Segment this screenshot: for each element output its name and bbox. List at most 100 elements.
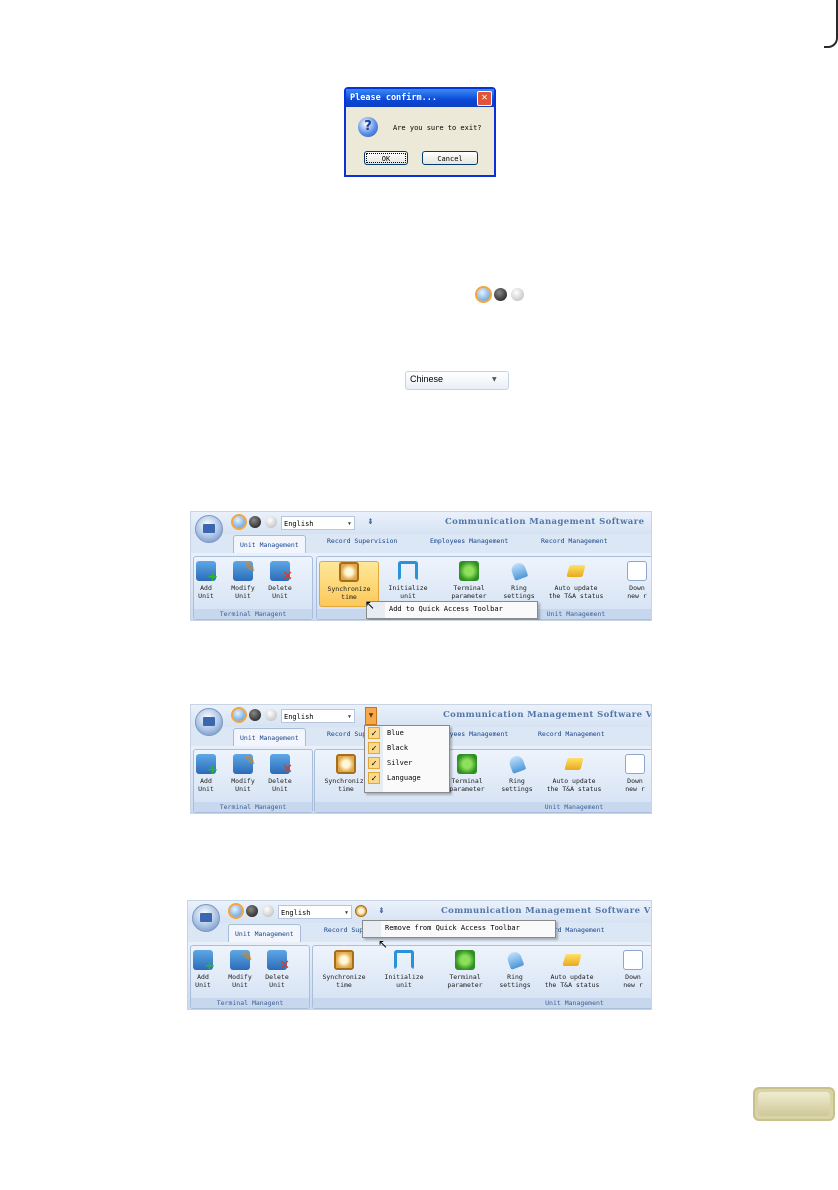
blue-theme-icon[interactable] bbox=[231, 514, 247, 530]
initialize-unit-button[interactable]: Initialize unit bbox=[379, 561, 437, 600]
tab-record-management[interactable]: Record Management bbox=[538, 730, 605, 738]
menu-item-label: Silver bbox=[387, 759, 413, 767]
download-button[interactable]: Down new r bbox=[615, 754, 651, 793]
tab-record-management[interactable]: Record Management bbox=[541, 537, 608, 545]
delete-unit-button[interactable]: Delete Unit bbox=[251, 561, 309, 600]
add-unit-icon bbox=[196, 754, 218, 778]
auto-update-button[interactable]: Auto update the T&A status bbox=[537, 950, 607, 989]
cancel-button[interactable]: Cancel bbox=[422, 151, 478, 165]
cursor-icon: ↖ bbox=[378, 937, 389, 951]
button-label: Delete Unit bbox=[268, 777, 292, 793]
download-button[interactable]: Down new r bbox=[617, 561, 651, 600]
language-select[interactable]: English ▼ bbox=[281, 709, 355, 723]
language-select[interactable]: English ▼ bbox=[278, 905, 352, 919]
ribbon-screenshot-3: English ▼ ⇟ Communication Management Soft… bbox=[187, 900, 652, 1010]
silver-theme-icon[interactable] bbox=[262, 905, 274, 917]
update-icon bbox=[566, 561, 586, 581]
silver-menu-item[interactable]: ✓ Silver bbox=[365, 756, 449, 771]
refresh-icon bbox=[398, 561, 418, 581]
checkmark-icon: ✓ bbox=[368, 772, 380, 784]
dialog-title: Please confirm... bbox=[350, 93, 437, 103]
tab-unit-management[interactable]: Unit Management bbox=[228, 924, 301, 942]
ring-settings-button[interactable]: Ring settings bbox=[486, 950, 544, 989]
add-unit-icon bbox=[196, 561, 218, 585]
context-menu: Add to Quick Access Toolbar bbox=[366, 601, 538, 619]
close-icon[interactable]: ✕ bbox=[477, 91, 492, 106]
remove-from-qat-menu-item[interactable]: Remove from Quick Access Toolbar bbox=[363, 921, 555, 936]
dialog-message: Are you sure to exit? bbox=[393, 124, 482, 132]
tab-record-supervision[interactable]: Record Supervision bbox=[327, 537, 397, 545]
synchronize-time-button[interactable]: Synchronize time bbox=[315, 950, 373, 989]
menu-item-label: Language bbox=[387, 774, 421, 782]
qat-customize-icon[interactable]: ▼ bbox=[365, 707, 377, 725]
qat-customize-icon[interactable]: ⇟ bbox=[378, 906, 385, 915]
context-menu: Remove from Quick Access Toolbar bbox=[362, 920, 556, 938]
modify-unit-icon bbox=[230, 949, 253, 970]
button-label: Down new r bbox=[623, 973, 643, 989]
document-icon bbox=[623, 950, 643, 970]
button-label: Delete Unit bbox=[265, 973, 289, 989]
button-label: Auto update the T&A status bbox=[544, 973, 600, 989]
add-to-qat-menu-item[interactable]: Add to Quick Access Toolbar bbox=[367, 602, 537, 617]
menu-item-label: Blue bbox=[387, 729, 404, 737]
black-theme-icon[interactable] bbox=[249, 709, 261, 721]
ok-button[interactable]: OK bbox=[364, 151, 408, 165]
button-label: Down new r bbox=[625, 777, 645, 793]
language-menu-item[interactable]: ✓ Language bbox=[365, 771, 449, 786]
blue-theme-icon[interactable] bbox=[228, 903, 244, 919]
button-label: Initialize unit bbox=[388, 584, 428, 600]
silver-theme-icon[interactable] bbox=[265, 516, 277, 528]
button-label: Synchronize time bbox=[322, 973, 366, 989]
button-label: Initialize unit bbox=[384, 973, 424, 989]
language-select[interactable]: English ▼ bbox=[281, 516, 355, 530]
blue-theme-icon[interactable] bbox=[231, 707, 247, 723]
bell-icon bbox=[509, 561, 529, 581]
tab-unit-management[interactable]: Unit Management bbox=[233, 535, 306, 553]
ring-settings-button[interactable]: Ring settings bbox=[490, 561, 548, 600]
silver-theme-icon[interactable] bbox=[511, 288, 524, 301]
delete-unit-button[interactable]: Delete Unit bbox=[251, 754, 309, 793]
checkmark-icon: ✓ bbox=[368, 727, 380, 739]
black-theme-icon[interactable] bbox=[246, 905, 258, 917]
terminal-group: Add Unit Modify Unit Delete Unit Termina… bbox=[190, 945, 310, 1009]
blue-menu-item[interactable]: ✓ Blue bbox=[365, 726, 449, 741]
ribbon-tabs: Unit Management Record Supervision Emplo… bbox=[191, 535, 651, 553]
download-button[interactable]: Down new r bbox=[613, 950, 651, 989]
theme-switcher bbox=[475, 286, 528, 304]
delete-unit-button[interactable]: Delete Unit bbox=[248, 950, 306, 989]
clock-icon[interactable] bbox=[355, 905, 367, 917]
black-menu-item[interactable]: ✓ Black bbox=[365, 741, 449, 756]
button-label: Down new r bbox=[627, 584, 647, 600]
black-theme-icon[interactable] bbox=[494, 288, 507, 301]
button-label: Ring settings bbox=[499, 973, 531, 989]
tab-unit-management[interactable]: Unit Management bbox=[233, 728, 306, 746]
button-label: Delete Unit bbox=[268, 584, 292, 600]
silver-theme-icon[interactable] bbox=[265, 709, 277, 721]
button-label: Ring settings bbox=[501, 777, 533, 793]
ring-settings-button[interactable]: Ring settings bbox=[488, 754, 546, 793]
black-theme-icon[interactable] bbox=[249, 516, 261, 528]
initialize-unit-button[interactable]: Initialize unit bbox=[375, 950, 433, 989]
clock-icon bbox=[339, 562, 359, 582]
document-icon bbox=[625, 754, 645, 774]
qat-customize-icon[interactable]: ⇟ bbox=[367, 517, 374, 526]
gear-icon bbox=[459, 561, 479, 581]
language-value: Chinese bbox=[410, 374, 444, 384]
bell-icon bbox=[507, 754, 527, 774]
delete-unit-icon bbox=[267, 950, 290, 973]
modify-unit-icon bbox=[233, 560, 256, 581]
group-caption: Terminal Managent bbox=[194, 609, 312, 619]
terminal-group: Add Unit Modify Unit Delete Unit Termina… bbox=[193, 749, 313, 813]
dialog-titlebar: Please confirm... ✕ bbox=[346, 89, 494, 107]
language-value: English bbox=[284, 520, 314, 528]
gear-icon bbox=[457, 754, 477, 774]
confirm-dialog: Please confirm... ✕ ? Are you sure to ex… bbox=[344, 87, 496, 177]
button-label: Ring settings bbox=[503, 584, 535, 600]
language-select[interactable]: Chinese ▼ bbox=[405, 371, 509, 390]
auto-update-button[interactable]: Auto update the T&A status bbox=[541, 561, 611, 600]
auto-update-button[interactable]: Auto update the T&A status bbox=[539, 754, 609, 793]
add-unit-icon bbox=[193, 950, 215, 974]
ribbon-screenshot-2: English ▼ ▼ Communication Management Soft… bbox=[190, 704, 652, 814]
tab-employees-management[interactable]: Employees Management bbox=[430, 537, 508, 545]
blue-theme-icon[interactable] bbox=[475, 286, 492, 303]
